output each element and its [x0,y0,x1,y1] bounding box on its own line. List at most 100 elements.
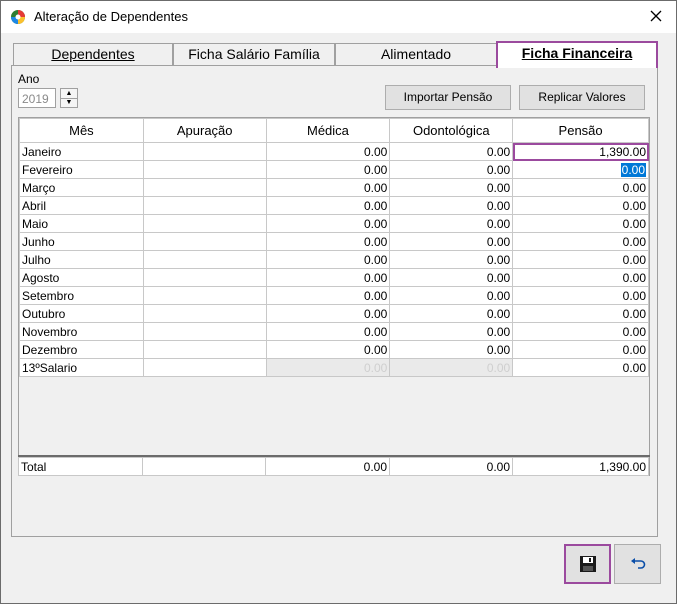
table-row[interactable]: Maio 0.00 0.00 0.00 [19,214,649,233]
grid-table: Mês Apuração Médica Odontológica Pensão … [19,118,649,377]
cell-apuracao[interactable] [142,214,267,233]
cell-pensao[interactable]: 0.00 [512,340,649,359]
cell-apuracao[interactable] [142,304,267,323]
cell-mes: Maio [19,214,144,233]
cell-odontologica[interactable]: 0.00 [389,250,514,269]
cell-medica[interactable]: 0.00 [265,268,391,287]
cell-odontologica[interactable]: 0.00 [389,322,514,341]
cell-mes: Março [19,178,144,197]
total-pensao: 1,390.00 [512,457,649,476]
cell-medica[interactable]: 0.00 [265,304,391,323]
spin-down-icon[interactable]: ▼ [61,98,77,107]
cell-pensao[interactable]: 0.00 [512,250,649,269]
cell-apuracao[interactable] [142,286,267,305]
cell-apuracao[interactable] [142,358,267,377]
cell-odontologica[interactable]: 0.00 [389,178,514,197]
ano-input[interactable]: 2019 [18,88,56,108]
cell-medica[interactable]: 0.00 [265,178,391,197]
cell-odontologica[interactable]: 0.00 [389,232,514,251]
replicar-valores-button[interactable]: Replicar Valores [519,85,645,110]
cell-apuracao[interactable] [142,340,267,359]
cell-pensao[interactable]: 0.00 [512,196,649,215]
cell-medica[interactable]: 0.00 [265,232,391,251]
cell-odontologica[interactable]: 0.00 [389,268,514,287]
table-row[interactable]: Fevereiro 0.00 0.00 0.00 [19,160,649,179]
cell-odontologica[interactable]: 0.00 [389,160,514,179]
cell-pensao[interactable]: 0.00 [512,358,649,377]
table-row[interactable]: Julho 0.00 0.00 0.00 [19,250,649,269]
table-row[interactable]: Janeiro 0.00 0.00 1,390.00 [19,142,649,161]
cell-mes: 13ºSalario [19,358,144,377]
cell-medica[interactable]: 0.00 [265,340,391,359]
cell-medica[interactable]: 0.00 [265,250,391,269]
financial-grid[interactable]: Mês Apuração Médica Odontológica Pensão … [18,117,650,476]
cell-apuracao[interactable] [142,142,267,161]
grid-total-row: Total 0.00 0.00 1,390.00 [18,455,650,476]
cell-odontologica[interactable]: 0.00 [389,340,514,359]
cell-odontologica[interactable]: 0.00 [389,304,514,323]
tab-ficha-financeira[interactable]: Ficha Financeira [496,41,658,68]
save-button[interactable] [564,544,611,584]
cell-mes: Janeiro [19,142,144,161]
importar-pensao-button[interactable]: Importar Pensão [385,85,511,110]
cell-odontologica[interactable]: 0.00 [389,196,514,215]
ano-label: Ano [18,72,40,86]
tab-dependentes[interactable]: Dependentes [13,43,173,66]
cell-apuracao[interactable] [142,250,267,269]
selected-text[interactable]: 0.00 [620,162,646,177]
cell-mes: Agosto [19,268,144,287]
cell-pensao[interactable]: 0.00 [512,286,649,305]
undo-icon [630,558,645,569]
col-odontologica[interactable]: Odontológica [389,118,514,143]
cell-mes: Fevereiro [19,160,144,179]
table-row[interactable]: Abril 0.00 0.00 0.00 [19,196,649,215]
col-mes[interactable]: Mês [19,118,144,143]
cell-pensao[interactable]: 0.00 [512,268,649,287]
cell-medica[interactable]: 0.00 [265,160,391,179]
cell-pensao[interactable]: 0.00 [512,214,649,233]
table-row[interactable]: Agosto 0.00 0.00 0.00 [19,268,649,287]
cell-medica[interactable]: 0.00 [265,142,391,161]
table-row[interactable]: Novembro 0.00 0.00 0.00 [19,322,649,341]
table-row[interactable]: Setembro 0.00 0.00 0.00 [19,286,649,305]
cell-medica[interactable]: 0.00 [265,286,391,305]
close-icon[interactable] [642,5,670,29]
cell-pensao[interactable]: 0.00 [512,232,649,251]
cell-pensao-focused[interactable]: 1,390.00 [512,142,649,161]
cell-apuracao[interactable] [142,322,267,341]
cell-pensao-editing[interactable]: 0.00 [512,160,649,179]
undo-button[interactable] [614,544,661,584]
cell-odontologica-disabled: 0.00 [389,358,514,377]
table-row[interactable]: Março 0.00 0.00 0.00 [19,178,649,197]
col-medica[interactable]: Médica [265,118,391,143]
floppy-disk-icon [579,556,596,572]
cell-apuracao[interactable] [142,268,267,287]
cell-apuracao[interactable] [142,178,267,197]
cell-odontologica[interactable]: 0.00 [389,142,514,161]
cell-medica-disabled: 0.00 [265,358,391,377]
table-row[interactable]: Dezembro 0.00 0.00 0.00 [19,340,649,359]
cell-mes: Novembro [19,322,144,341]
table-row[interactable]: Outubro 0.00 0.00 0.00 [19,304,649,323]
cell-apuracao[interactable] [142,160,267,179]
ano-spinner[interactable]: ▲ ▼ [60,88,78,108]
table-row[interactable]: 13ºSalario 0.00 0.00 0.00 [19,358,649,377]
cell-apuracao[interactable] [142,196,267,215]
cell-medica[interactable]: 0.00 [265,196,391,215]
col-pensao[interactable]: Pensão [512,118,649,143]
cell-odontologica[interactable]: 0.00 [389,214,514,233]
cell-pensao[interactable]: 0.00 [512,178,649,197]
cell-apuracao[interactable] [142,232,267,251]
tab-ficha-salario-familia[interactable]: Ficha Salário Família [173,43,335,66]
total-odontologica: 0.00 [389,457,513,476]
window-title: Alteração de Dependentes [34,9,188,24]
cell-medica[interactable]: 0.00 [265,214,391,233]
col-apuracao[interactable]: Apuração [142,118,267,143]
tab-alimentado[interactable]: Alimentado [335,43,497,66]
total-medica: 0.00 [265,457,390,476]
cell-medica[interactable]: 0.00 [265,322,391,341]
cell-pensao[interactable]: 0.00 [512,322,649,341]
cell-odontologica[interactable]: 0.00 [389,286,514,305]
cell-pensao[interactable]: 0.00 [512,304,649,323]
table-row[interactable]: Junho 0.00 0.00 0.00 [19,232,649,251]
